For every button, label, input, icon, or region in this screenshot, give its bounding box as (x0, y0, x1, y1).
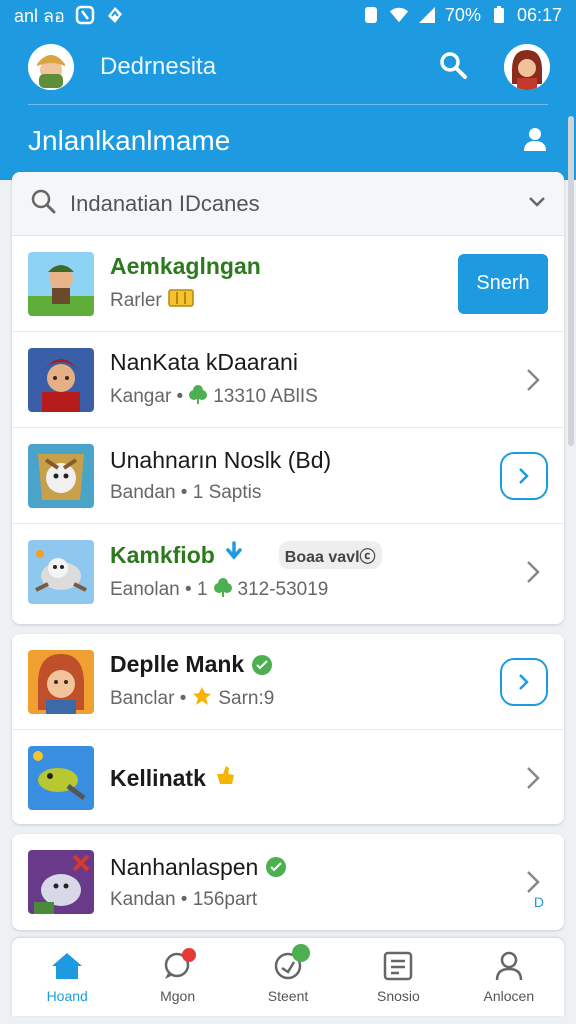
app-title: Dedrnesita (100, 53, 217, 80)
extra-indicator: D (533, 894, 544, 910)
game-thumbnail (28, 443, 94, 508)
chevron-down-icon[interactable] (528, 195, 546, 213)
gold-badge-icon (167, 288, 194, 314)
bottom-navigation: Hoand Mgon Steent Snosio Anlocen (12, 938, 564, 1016)
game-thumbnail (28, 746, 94, 810)
item-title-wrap: Kellinatk (110, 764, 236, 792)
game-thumbnail (28, 540, 94, 604)
item-subtitle: Bandan • 1 Saptis (110, 482, 262, 503)
notification-icon (75, 5, 95, 25)
list-item[interactable]: NanKata kDaarani Kangar • 13310 ABlIS (12, 332, 564, 428)
search-icon (30, 188, 56, 219)
item-subtitle-text: Kangar • (110, 386, 184, 407)
profile-avatar[interactable] (504, 44, 550, 90)
item-title: Unahnarın Noslk (Bd) (110, 447, 332, 473)
wifi-icon (389, 5, 409, 25)
search-bar[interactable]: Indanatian IDcanes (12, 172, 564, 236)
nav-messages[interactable]: Mgon (122, 938, 232, 1016)
item-title: NanKata kDaarani (110, 349, 298, 375)
open-button[interactable] (500, 451, 548, 500)
carrier-text: anl ลอ (14, 5, 65, 26)
clover-icon (213, 577, 232, 603)
search-button[interactable]: Snerh (458, 253, 548, 314)
new-badge (292, 944, 311, 962)
person-icon (491, 950, 527, 982)
item-title: Kamkfiob (110, 541, 215, 568)
item-subtitle-detail: Sarn:9 (218, 688, 275, 709)
game-list-card: Deplle Mank Banclar • Sarn:9 Kellinatk (12, 634, 564, 824)
game-thumbnail (28, 850, 94, 914)
page-title: Jnlanlkanlmame (28, 125, 231, 156)
game-thumbnail (28, 347, 94, 412)
chevron-right-icon[interactable] (518, 557, 548, 587)
game-thumbnail (28, 649, 94, 714)
clock-text: 06:17 (516, 4, 562, 25)
item-subtitle-text: Eanolan • 1 (110, 579, 208, 600)
list-item[interactable]: Aemkaglngan Rarler Snerh (12, 236, 564, 332)
item-subtitle: Rarler (110, 288, 261, 314)
list-item[interactable]: Deplle Mank Banclar • Sarn:9 (12, 634, 564, 730)
game-thumbnail (28, 251, 94, 316)
app-notification-icon (105, 5, 125, 25)
nav-messages-label: Mgon (160, 988, 196, 1004)
item-subtitle-text: Banclar • (110, 688, 187, 709)
item-subtitle: Kandan • 156part (110, 888, 258, 910)
item-title: Aemkaglngan (110, 253, 261, 279)
battery-text: 70% (444, 4, 481, 25)
refresh-icon (270, 944, 311, 982)
chevron-right-icon[interactable] (518, 365, 548, 395)
notification-dot (181, 948, 196, 962)
battery-icon (489, 5, 509, 25)
signal-icon (417, 5, 437, 25)
item-subtitle-text: Rarler (110, 290, 162, 311)
item-title-wrap: Nanhanlaspen (110, 853, 287, 881)
item-subtitle: Kangar • 13310 ABlIS (110, 384, 318, 410)
app-header: Dedrnesita Jnlanlkanlmame (0, 30, 576, 180)
chat-icon (160, 948, 196, 982)
list-icon (380, 950, 416, 982)
account-icon[interactable] (522, 126, 548, 157)
nav-activity[interactable]: Steent (233, 938, 343, 1016)
scrollbar[interactable] (568, 116, 574, 446)
star-icon (192, 686, 212, 712)
user-avatar[interactable] (28, 44, 74, 90)
item-title: Nanhanlaspen (110, 853, 259, 880)
nav-home-label: Hoand (46, 988, 88, 1004)
item-subtitle: Eanolan • 1 312-53019 (110, 577, 382, 603)
list-item[interactable]: Kamkfiob Boaa vavlⓒ Eanolan • 1 312-5301… (12, 524, 564, 620)
list-item[interactable]: Nanhanlaspen Kandan • 156part D (12, 834, 564, 930)
sim-icon (361, 5, 381, 25)
nav-activity-label: Steent (267, 988, 309, 1004)
nav-lists-label: Snosio (377, 988, 420, 1004)
item-subtitle-detail: 13310 ABlIS (213, 386, 318, 407)
chevron-right-icon[interactable] (518, 867, 548, 897)
clover-icon (189, 384, 208, 410)
game-list-card: Indanatian IDcanes Aemkaglngan Rarler Sn… (12, 172, 564, 624)
verified-icon (252, 654, 273, 675)
status-bar: anl ลอ 70% 06:17 (0, 0, 576, 30)
open-button[interactable] (500, 657, 548, 706)
item-title: Kellinatk (110, 764, 206, 791)
drop-icon (223, 541, 245, 569)
header-divider (28, 104, 548, 105)
item-subtitle-detail: 312-53019 (237, 579, 329, 600)
item-subtitle: Banclar • Sarn:9 (110, 686, 274, 712)
search-input[interactable]: Indanatian IDcanes (70, 191, 260, 217)
game-list-card: Nanhanlaspen Kandan • 156part D (12, 834, 564, 930)
item-title-wrap: Deplle Mank (110, 651, 274, 678)
tag-badge: Boaa vavlⓒ (278, 541, 382, 569)
nav-lists[interactable]: Snosio (343, 938, 453, 1016)
nav-home[interactable]: Hoand (12, 938, 122, 1016)
nav-account-label: Anlocen (483, 988, 535, 1004)
list-item[interactable]: Kellinatk (12, 730, 564, 824)
item-title-wrap: Kamkfiob Boaa vavlⓒ (110, 541, 382, 569)
verified-icon (266, 857, 287, 877)
nav-account[interactable]: Anlocen (454, 938, 564, 1016)
thumb-badge-icon (214, 764, 236, 792)
item-title: Deplle Mank (110, 651, 245, 677)
search-icon[interactable] (438, 50, 468, 85)
list-item[interactable]: Unahnarın Noslk (Bd) Bandan • 1 Saptis (12, 428, 564, 524)
home-icon (49, 950, 85, 982)
chevron-right-icon[interactable] (518, 763, 548, 793)
